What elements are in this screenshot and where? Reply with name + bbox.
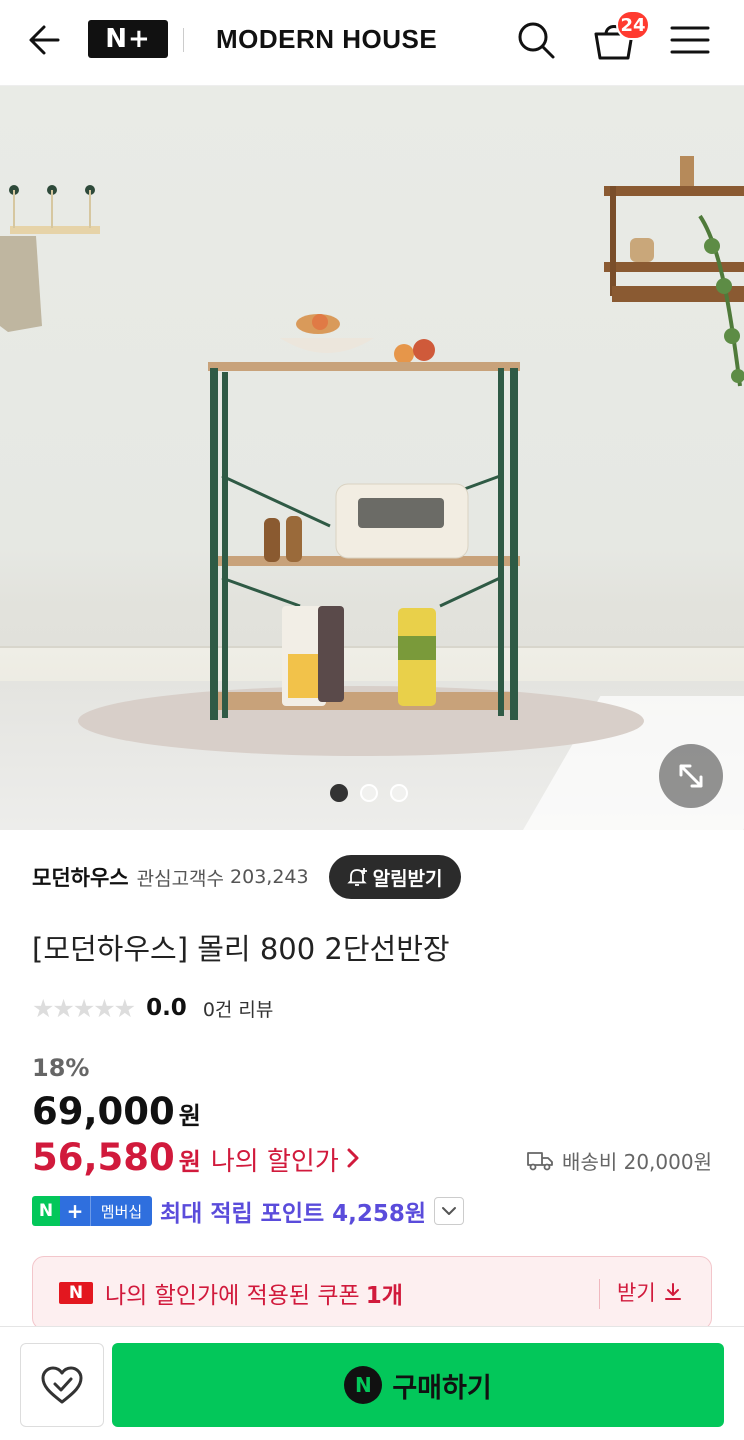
point-expand-button[interactable] (434, 1197, 465, 1225)
original-price-unit: 원 (178, 1102, 201, 1130)
coupon-divider (599, 1279, 600, 1309)
back-button[interactable] (24, 20, 68, 60)
coupon-banner[interactable]: N 나의 할인가에 적용된 쿠폰 1개 받기 (32, 1256, 712, 1330)
naver-pay-icon: N (344, 1366, 383, 1404)
download-icon (664, 1283, 681, 1300)
shipping-fee-text: 배송비 20,000원 (562, 1150, 712, 1174)
chevron-down-icon (442, 1207, 457, 1215)
store-name[interactable]: 모던하우스 (32, 862, 129, 892)
carousel-indicators (330, 784, 408, 802)
bell-plus-icon (346, 868, 367, 886)
fans-label: 관심고객수 (136, 867, 225, 890)
menu-button[interactable] (668, 20, 712, 60)
search-icon (518, 22, 555, 59)
shipping-fee: 배송비 20,000원 (526, 1146, 712, 1175)
sale-price-row[interactable]: 56,580 원 나의 할인가 (32, 1136, 361, 1179)
search-button[interactable] (514, 18, 558, 62)
product-photo-illustration (0, 156, 744, 720)
discount-rate: 18% (32, 1054, 90, 1082)
logo-divider (183, 28, 184, 52)
buy-button[interactable]: N 구매하기 (112, 1343, 724, 1427)
sale-price-value: 56,580 (32, 1136, 175, 1179)
coupon-text: 나의 할인가에 적용된 쿠폰 (105, 1283, 360, 1309)
rating-row: ★★★★★ 0.0 0건 리뷰 (32, 992, 273, 1024)
original-price: 69,000 원 (32, 1090, 201, 1133)
expand-arrows-icon (679, 764, 703, 788)
rating-score: 0.0 (146, 995, 187, 1021)
alert-subscribe-label: 알림받기 (372, 867, 443, 890)
naver-plus-membership-badge: N + 멤버십 (32, 1196, 152, 1226)
membership-row[interactable]: N + 멤버십 최대 적립 포인트 4,258원 (32, 1194, 465, 1228)
plus-icon: + (60, 1196, 90, 1226)
alert-subscribe-button[interactable]: 알림받기 (328, 855, 461, 899)
coupon-get-label: 받기 (617, 1281, 656, 1305)
cart-count-badge: 24 (616, 10, 650, 40)
my-discount-price-label[interactable]: 나의 할인가 (211, 1141, 339, 1178)
expand-image-button[interactable] (659, 744, 723, 808)
heart-check-icon (41, 1366, 83, 1404)
buy-button-label: 구매하기 (392, 1372, 492, 1404)
n-logo-icon: N (32, 1196, 60, 1226)
carousel-dot-2[interactable] (360, 784, 378, 802)
wishlist-button[interactable] (20, 1343, 104, 1427)
carousel-dot-3[interactable] (390, 784, 408, 802)
membership-badge-text: 멤버십 (90, 1196, 152, 1226)
product-image-carousel[interactable] (0, 86, 744, 830)
sale-price-unit: 원 (178, 1148, 201, 1176)
arrow-left-icon (29, 25, 60, 55)
original-price-value: 69,000 (32, 1090, 175, 1133)
coupon-get-button[interactable]: 받기 (617, 1277, 684, 1307)
chevron-right-icon (347, 1148, 359, 1168)
naver-plus-logo[interactable]: N+ (88, 20, 168, 58)
store-info-row: 모던하우스 관심고객수 203,243 알림받기 (32, 855, 461, 899)
coupon-count: 1개 (365, 1283, 403, 1309)
top-header: N+ MODERN HOUSE 24 (0, 0, 744, 86)
naver-coupon-icon: N (59, 1282, 93, 1304)
star-rating-icon: ★★★★★ (32, 993, 136, 1023)
truck-icon (527, 1151, 553, 1170)
carousel-dot-1[interactable] (330, 784, 348, 802)
fans-count: 203,243 (230, 866, 309, 888)
brand-name[interactable]: MODERN HOUSE (216, 24, 437, 55)
bottom-action-bar: N 구매하기 (0, 1326, 744, 1440)
max-point-text: 최대 적립 포인트 4,258원 (160, 1201, 427, 1227)
review-count-link[interactable]: 0건 리뷰 (203, 995, 274, 1022)
hamburger-menu-icon (670, 26, 710, 54)
product-title: [모던하우스] 몰리 800 2단선반장 (32, 932, 450, 966)
